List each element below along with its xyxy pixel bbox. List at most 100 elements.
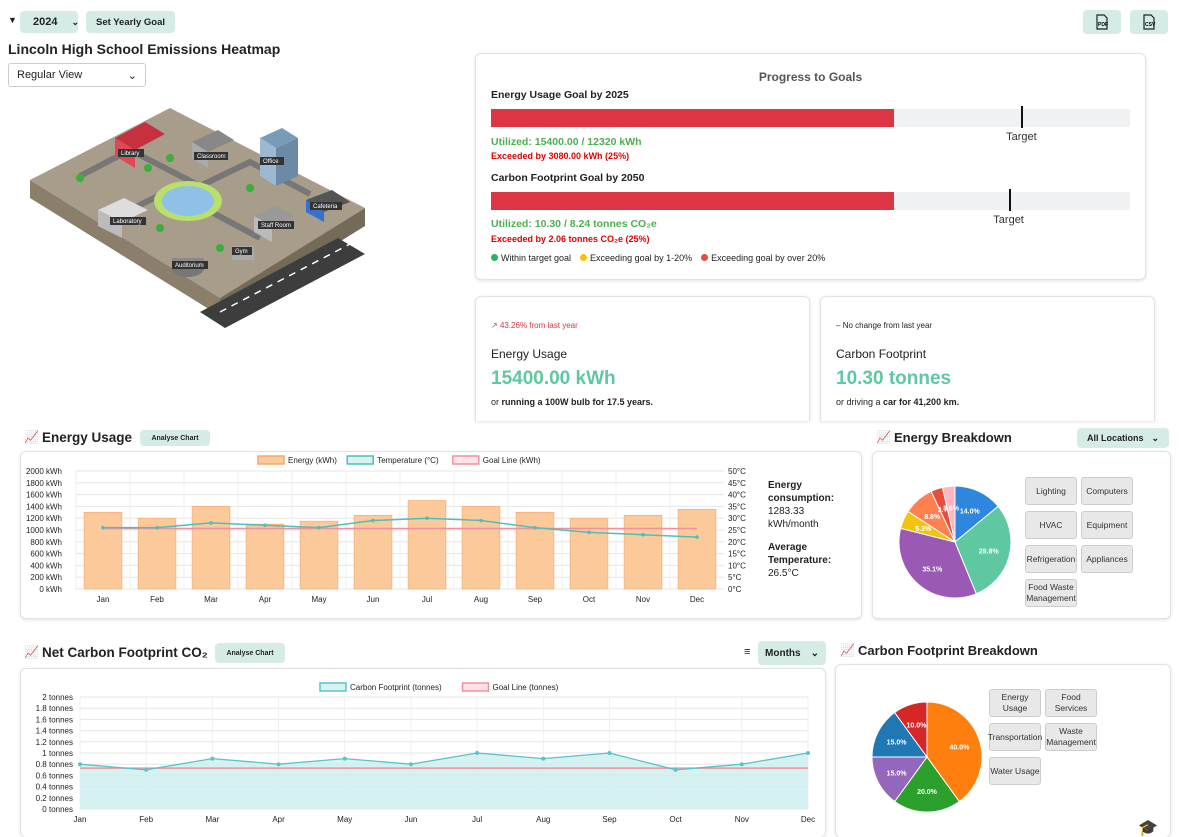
year-select[interactable]: 2024 ⌄	[20, 11, 79, 33]
set-yearly-goal-button[interactable]: Set Yearly Goal	[86, 11, 175, 33]
location-select[interactable]: All Locations ⌄	[1077, 428, 1169, 448]
y-tick-label: 0.2 tonnes	[36, 794, 73, 803]
temperature-point	[695, 535, 699, 539]
carbon-point	[408, 762, 413, 767]
x-tick-label: Feb	[150, 595, 164, 604]
progress-card	[475, 53, 1146, 280]
legend-tag[interactable]: Energy Usage	[989, 689, 1041, 717]
y-tick-label: 1600 kWh	[26, 491, 62, 500]
y-tick-label: 2 tonnes	[42, 693, 73, 702]
carbon-area	[80, 753, 808, 809]
y-tick-label: 1.4 tonnes	[36, 727, 73, 736]
pdf-export-button[interactable]: PDF	[1083, 10, 1121, 34]
legend-tag[interactable]: Computers	[1081, 477, 1133, 505]
x-tick-label: Jun	[404, 815, 417, 824]
pie-label: 15.0%	[887, 740, 908, 747]
view-select[interactable]: Regular View ⌄	[8, 63, 146, 87]
x-tick-label: Feb	[139, 815, 153, 824]
campus-map: Library Classroom Office Laboratory Cafe…	[30, 108, 365, 328]
graduation-cap-icon[interactable]: 🎓	[1138, 818, 1158, 837]
y-tick-label: 1400 kWh	[26, 502, 62, 511]
pie-label: 3.6%	[943, 506, 960, 513]
legend-tag[interactable]: Food Waste Management	[1025, 579, 1077, 607]
temperature-point	[425, 516, 429, 520]
pie-label: 15.0%	[887, 770, 908, 777]
legend-tag[interactable]: Transportation	[988, 723, 1042, 751]
carbon-chart-title: Net Carbon Footprint CO₂	[42, 645, 208, 660]
energy-stat-title: Energy Usage	[491, 347, 568, 361]
svg-text:Cafeteria: Cafeteria	[313, 204, 338, 210]
carbon-point	[806, 751, 810, 755]
legend-tag[interactable]: Water Usage	[989, 757, 1041, 785]
energy-bar	[623, 514, 663, 590]
x-tick-label: Jul	[472, 815, 482, 824]
chevron-down-icon: ⌄	[127, 70, 137, 82]
y2-tick-label: 15°C	[728, 550, 746, 559]
y-tick-label: 1200 kWh	[26, 514, 62, 523]
chart-line-icon: 📈	[840, 643, 855, 657]
energy-usage-chart: 0 kWh 0°C 200 kWh 5°C 400 kWh 10°C 600 kWh 15°C…	[26, 455, 746, 604]
carbon-analyse-button[interactable]: Analyse Chart	[215, 643, 285, 663]
x-tick-label: Mar	[205, 815, 219, 824]
pdf-icon: PDF	[1096, 14, 1108, 30]
carbon-point	[342, 756, 347, 761]
legend-swatch	[346, 455, 374, 465]
y-tick-label: 1.2 tonnes	[36, 738, 73, 747]
energy-breakdown-pie: 14.0%29.8%35.1%5.3%8.8%3.%3.6%	[898, 485, 1012, 599]
y2-tick-label: 45°C	[728, 479, 746, 488]
energy-target-marker	[1021, 106, 1024, 128]
view-select-value: Regular View	[17, 69, 83, 81]
y-tick-label: 800 kWh	[30, 538, 62, 547]
period-select[interactable]: Months ⌄	[758, 641, 826, 665]
y-tick-label: 400 kWh	[30, 561, 62, 570]
legend-tag[interactable]: Refrigeration	[1025, 545, 1077, 573]
y-tick-label: 1000 kWh	[26, 526, 62, 535]
temperature-point	[479, 518, 483, 523]
carbon-point	[673, 767, 678, 772]
energy-chart-title: Energy Usage	[42, 430, 133, 445]
year-value: 2024	[33, 16, 58, 28]
legend-tag[interactable]: Appliances	[1081, 545, 1133, 573]
y2-tick-label: 50°C	[728, 467, 746, 476]
y2-tick-label: 25°C	[728, 526, 746, 535]
y2-tick-label: 10°C	[728, 561, 746, 570]
energy-change: ↗ 43.26% from last year	[491, 321, 578, 330]
collapse-icon[interactable]: ▼	[8, 15, 17, 25]
carbon-point	[541, 756, 546, 761]
energy-bar	[299, 520, 339, 590]
y2-tick-label: 35°C	[728, 502, 746, 511]
carbon-point	[475, 751, 480, 755]
energy-bar	[245, 523, 285, 590]
y-tick-label: 1800 kWh	[26, 479, 62, 488]
csv-export-button[interactable]: CSV	[1130, 10, 1168, 34]
temperature-point	[155, 525, 159, 530]
consumption-label: Energy consumption:	[768, 480, 835, 504]
pie-label: 20.0%	[917, 789, 938, 796]
y-tick-label: 1 tonnes	[42, 749, 73, 758]
svg-text:Office: Office	[263, 159, 279, 165]
x-tick-label: May	[311, 595, 326, 604]
carbon-target-marker	[1008, 189, 1011, 211]
legend-tag[interactable]: Food Services	[1045, 689, 1097, 717]
x-tick-label: Sep	[602, 815, 617, 824]
legend-tag[interactable]: Lighting	[1025, 477, 1077, 505]
temperature-value: 26.5°C	[768, 568, 799, 579]
legend-label: Carbon Footprint (tonnes)	[350, 683, 442, 692]
legend-label: Goal Line (tonnes)	[493, 683, 559, 692]
legend-tag[interactable]: HVAC	[1025, 511, 1077, 539]
svg-text:Gym: Gym	[235, 249, 248, 255]
legend-tag[interactable]: Equipment	[1081, 511, 1133, 539]
energy-bar	[83, 511, 123, 590]
carbon-stat-value: 10.30 tonnes	[836, 368, 952, 389]
pie-label: 10.0%	[907, 723, 928, 730]
legend-item: Exceeding goal by 1-20%	[580, 253, 692, 263]
energy-goal-bar	[491, 109, 894, 127]
legend-tag[interactable]: Waste Management	[1045, 723, 1097, 751]
energy-analyse-button[interactable]: Analyse Chart	[140, 430, 210, 446]
temperature-point	[101, 525, 105, 530]
carbon-point	[144, 767, 149, 772]
x-tick-label: Dec	[801, 815, 815, 824]
carbon-point	[78, 762, 82, 767]
filter-icon[interactable]: ≡	[744, 646, 750, 658]
x-tick-label: Jan	[97, 595, 110, 604]
